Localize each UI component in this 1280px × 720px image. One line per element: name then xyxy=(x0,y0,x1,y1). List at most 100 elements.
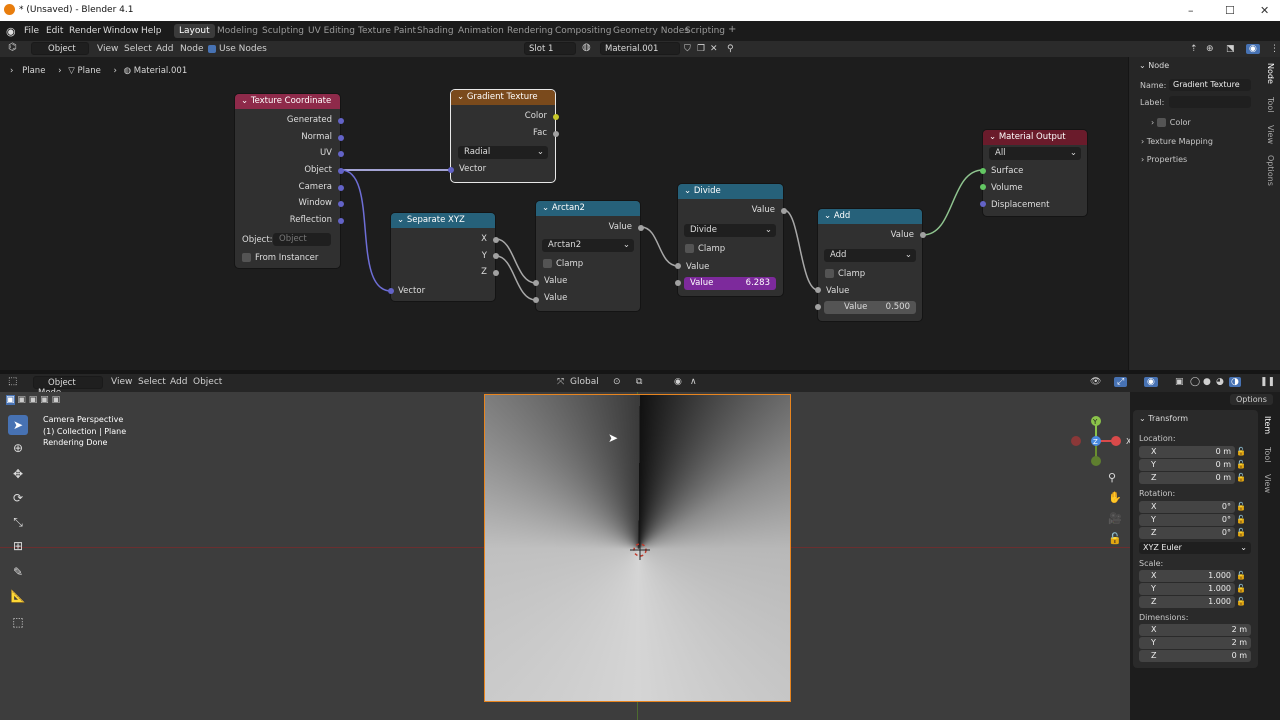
menu-add[interactable]: Add xyxy=(170,377,187,387)
object-type-dropdown[interactable]: Object xyxy=(31,42,89,55)
xray-icon[interactable]: ▣ xyxy=(1175,377,1184,387)
mode-dropdown[interactable]: Object Mode xyxy=(33,376,103,398)
node-header[interactable]: ⌄ Divide xyxy=(678,184,783,199)
lock-camera-icon[interactable]: 🔓 xyxy=(1108,532,1122,545)
socket-value-in-2[interactable] xyxy=(675,280,681,286)
lock-icon[interactable]: 🔓 xyxy=(1236,584,1246,593)
node-editor-canvas[interactable]: ⌄ Texture Coordinate Generated Normal UV… xyxy=(0,57,1128,370)
menu-object[interactable]: Object xyxy=(193,377,222,387)
node-name-field[interactable]: Gradient Texture xyxy=(1169,79,1251,91)
overlay-icon[interactable]: ⬔ xyxy=(1226,44,1235,54)
menu-window[interactable]: Window xyxy=(103,26,139,36)
overlay-toggle-icon[interactable]: ◉ xyxy=(1246,44,1260,54)
shading-wireframe-icon[interactable]: ◯ xyxy=(1190,377,1200,387)
socket-window[interactable] xyxy=(338,201,344,207)
material-browse-icon[interactable]: ◍ xyxy=(582,42,591,53)
node-header[interactable]: ⌄ Texture Coordinate xyxy=(235,94,340,109)
fake-user-icon[interactable]: ⛉ xyxy=(684,44,691,54)
shading-rendered-icon[interactable]: ◑ xyxy=(1229,377,1241,387)
lock-icon[interactable]: 🔓 xyxy=(1236,571,1246,580)
texture-mapping-panel[interactable]: › Texture Mapping xyxy=(1141,137,1213,146)
location-x-field[interactable]: X 0 m xyxy=(1139,446,1235,458)
socket-vector-in[interactable] xyxy=(448,167,454,173)
lock-icon[interactable]: 🔓 xyxy=(1236,460,1246,469)
gizmo-toggle-icon[interactable]: ⤢ xyxy=(1114,377,1128,387)
rotate-tool-icon[interactable]: ⟳ xyxy=(8,488,28,508)
zoom-icon[interactable]: ⚲ xyxy=(1108,471,1116,484)
dimensions-x-field[interactable]: X 2 m xyxy=(1139,624,1251,636)
add-cube-tool-icon[interactable]: ⬚ xyxy=(8,612,28,632)
menu-help[interactable]: Help xyxy=(141,26,162,36)
location-y-field[interactable]: Y 0 m xyxy=(1139,459,1235,471)
scale-z-field[interactable]: Z 1.000 xyxy=(1139,596,1235,608)
parent-node-icon[interactable]: ⇡ xyxy=(1190,44,1198,54)
move-tool-icon[interactable]: ✥ xyxy=(8,464,28,484)
socket-displacement[interactable] xyxy=(980,201,986,207)
overlay-toggle-icon[interactable]: ◉ xyxy=(1144,377,1158,387)
menu-add[interactable]: Add xyxy=(156,44,173,54)
lock-icon[interactable]: 🔓 xyxy=(1236,597,1246,606)
menu-view[interactable]: View xyxy=(97,44,118,54)
operation-dropdown[interactable]: Arctan2 ⌄ xyxy=(542,239,634,252)
socket-value-in-1[interactable] xyxy=(815,287,821,293)
operation-dropdown[interactable]: Add ⌄ xyxy=(824,249,916,262)
socket-fac[interactable] xyxy=(553,131,559,137)
unlink-material-icon[interactable]: ✕ xyxy=(710,44,718,54)
lock-icon[interactable]: 🔓 xyxy=(1236,528,1246,537)
rotation-x-field[interactable]: X 0° xyxy=(1139,501,1235,513)
socket-reflection[interactable] xyxy=(338,218,344,224)
tab-geometry-nodes[interactable]: Geometry Nodes xyxy=(613,26,689,36)
snap-icon[interactable]: ⧉ xyxy=(636,377,642,387)
proportional-edit-icon[interactable]: ◉ xyxy=(674,377,682,387)
divisor-value-field[interactable]: Value 6.283 xyxy=(684,277,776,290)
socket-value-out[interactable] xyxy=(638,225,644,231)
editor-type-icon[interactable]: ⌬ xyxy=(8,42,17,53)
shading-material-icon[interactable]: ◕ xyxy=(1216,377,1224,387)
socket-y[interactable] xyxy=(493,253,499,259)
material-name-field[interactable]: Material.001 xyxy=(600,42,680,55)
socket-volume[interactable] xyxy=(980,184,986,190)
node-header[interactable]: ⌄ Separate XYZ xyxy=(391,213,495,228)
tab-options[interactable]: Options xyxy=(1266,155,1275,186)
editor-type-icon[interactable]: ⬚ xyxy=(8,376,17,387)
tab-view[interactable]: View xyxy=(1263,474,1272,493)
dimensions-z-field[interactable]: Z 0 m xyxy=(1139,650,1251,662)
node-panel-header[interactable]: ⌄ Node xyxy=(1139,61,1169,70)
color-toggle[interactable]: › Color xyxy=(1151,118,1191,127)
node-label-field[interactable] xyxy=(1169,96,1251,108)
socket-value-in-1[interactable] xyxy=(675,263,681,269)
add-workspace-button[interactable]: + xyxy=(728,24,736,35)
location-z-field[interactable]: Z 0 m xyxy=(1139,472,1235,484)
socket-camera[interactable] xyxy=(338,185,344,191)
select-invert-icon[interactable]: ▣ xyxy=(40,395,49,405)
use-nodes-checkbox[interactable]: Use Nodes xyxy=(208,44,267,54)
socket-generated[interactable] xyxy=(338,118,344,124)
annotate-tool-icon[interactable]: ✎ xyxy=(8,562,28,582)
select-box-tool-icon[interactable]: ➤ xyxy=(8,415,28,435)
measure-tool-icon[interactable]: 📐 xyxy=(8,586,28,606)
properties-panel[interactable]: › Properties xyxy=(1141,155,1187,164)
addend-value-field[interactable]: Value 0.500 xyxy=(824,301,916,314)
tab-shading[interactable]: Shading xyxy=(417,26,454,36)
tab-tool[interactable]: Tool xyxy=(1266,97,1275,113)
camera-view-icon[interactable]: 🎥 xyxy=(1108,512,1122,525)
node-header[interactable]: ⌄ Arctan2 xyxy=(536,201,640,216)
sidebar-toggle-icon[interactable]: ⋮ xyxy=(1270,44,1279,54)
tab-sculpting[interactable]: Sculpting xyxy=(262,26,304,36)
snap-icon[interactable]: ⊕ xyxy=(1206,44,1214,54)
socket-surface[interactable] xyxy=(980,168,986,174)
rotation-z-field[interactable]: Z 0° xyxy=(1139,527,1235,539)
socket-vector-in[interactable] xyxy=(388,288,394,294)
node-header[interactable]: ⌄ Add xyxy=(818,209,922,224)
object-picker-field[interactable]: Object xyxy=(273,233,331,246)
tab-node[interactable]: Node xyxy=(1266,63,1275,84)
shading-solid-icon[interactable]: ● xyxy=(1203,377,1211,387)
operation-dropdown[interactable]: Divide ⌄ xyxy=(684,224,776,237)
clamp-checkbox[interactable]: Clamp xyxy=(543,259,583,269)
from-instancer-checkbox[interactable]: From Instancer xyxy=(242,253,318,263)
menu-view[interactable]: View xyxy=(111,377,132,387)
socket-value-in-2[interactable] xyxy=(815,304,821,310)
node-gradient-texture[interactable]: ⌄ Gradient Texture Color Fac Radial ⌄ Vec… xyxy=(451,90,555,182)
scale-y-field[interactable]: Y 1.000 xyxy=(1139,583,1235,595)
falloff-icon[interactable]: ∧ xyxy=(690,377,697,387)
